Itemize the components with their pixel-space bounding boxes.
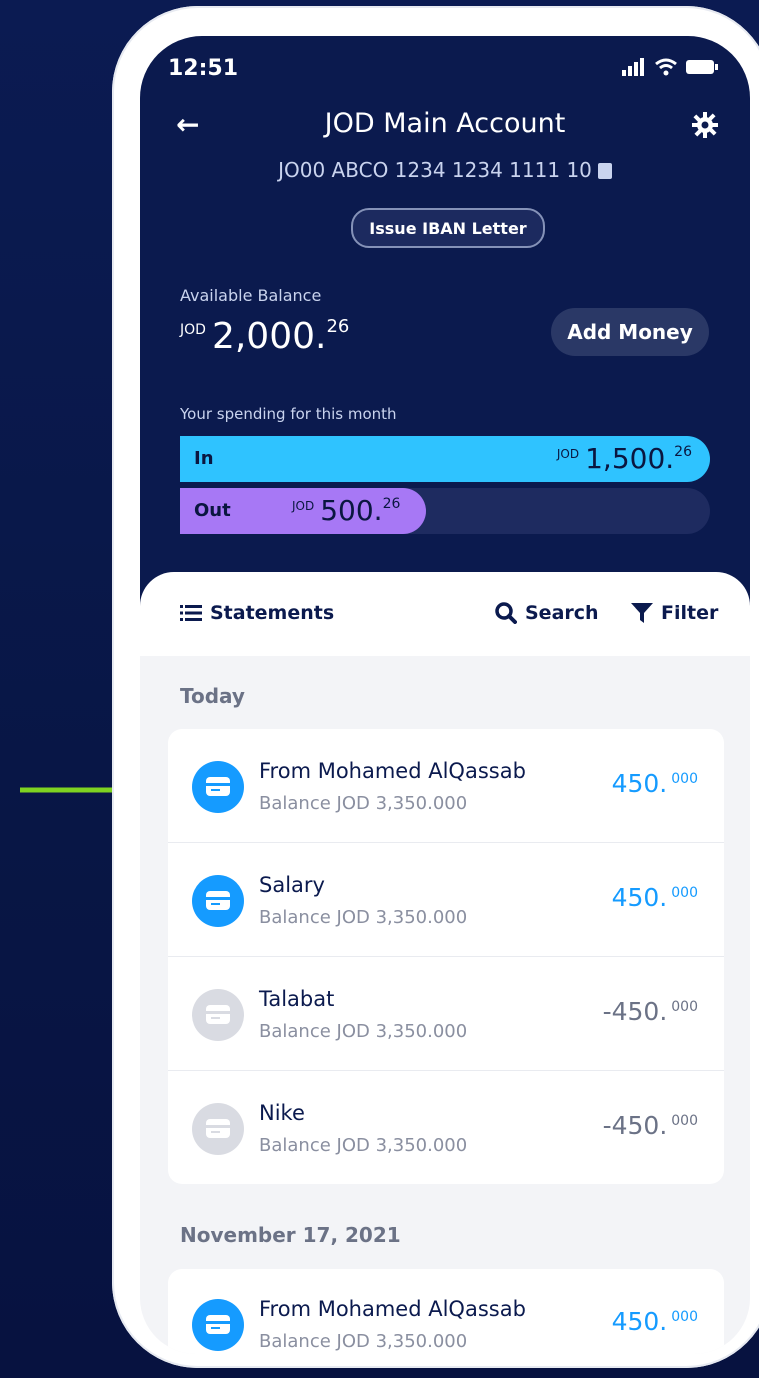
transaction-balance: Balance JOD 3,350.000	[259, 793, 468, 814]
transaction-row[interactable]: From Mohamed AlQassab Balance JOD 3,350.…	[168, 1269, 724, 1354]
transaction-row[interactable]: Salary Balance JOD 3,350.000 450. 000	[168, 843, 724, 957]
transaction-amount: 450. 000	[612, 883, 698, 912]
transaction-name: From Mohamed AlQassab	[259, 759, 526, 783]
add-money-button[interactable]: Add Money	[551, 308, 709, 356]
available-balance-label: Available Balance	[180, 286, 322, 305]
balance-main: 2,000.	[211, 316, 327, 357]
battery-icon	[686, 60, 718, 74]
wifi-icon	[655, 58, 677, 76]
status-icons	[622, 58, 718, 76]
amount-decimals: 000	[671, 1113, 698, 1129]
filter-button[interactable]: Filter	[631, 602, 718, 624]
app-screen: 12:51 JOD Main Account ← JO00 ABCO 1234 …	[140, 36, 750, 1354]
list-icon	[180, 605, 202, 621]
transaction-balance: Balance JOD 3,350.000	[259, 907, 468, 928]
in-main: 1,500.	[585, 442, 675, 475]
page-title: JOD Main Account	[324, 108, 566, 139]
account-header: 12:51 JOD Main Account ← JO00 ABCO 1234 …	[140, 36, 750, 636]
transactions-card-today: From Mohamed AlQassab Balance JOD 3,350.…	[168, 729, 724, 1184]
amount-decimals: 000	[671, 885, 698, 901]
transaction-amount: 450. 000	[612, 1307, 698, 1336]
in-label: In	[194, 448, 214, 469]
card-icon	[192, 989, 244, 1041]
out-currency: JOD	[292, 499, 315, 513]
top-bar: JOD Main Account ←	[140, 106, 750, 146]
transaction-row[interactable]: Talabat Balance JOD 3,350.000 -450. 000	[168, 957, 724, 1071]
transaction-balance: Balance JOD 3,350.000	[259, 1135, 468, 1156]
amount-decimals: 000	[671, 999, 698, 1015]
amount-main: 450.	[611, 883, 668, 912]
out-decimals: 26	[382, 496, 401, 512]
signal-icon	[622, 58, 644, 76]
out-bar: Out JOD 500.26	[180, 488, 426, 534]
in-currency: JOD	[556, 447, 580, 461]
transaction-balance: Balance JOD 3,350.000	[259, 1331, 468, 1352]
transaction-name: From Mohamed AlQassab	[259, 1297, 526, 1321]
transaction-name: Salary	[259, 873, 325, 897]
gear-icon[interactable]	[692, 112, 718, 138]
balance-decimals: 26	[326, 316, 350, 337]
spending-label: Your spending for this month	[180, 405, 397, 423]
transaction-amount: -450. 000	[603, 997, 698, 1026]
available-balance: JOD 2,000.26	[180, 316, 349, 357]
filter-label: Filter	[661, 602, 719, 624]
out-main: 500.	[320, 494, 383, 527]
toolbar: Statements Search Filter	[140, 572, 750, 656]
in-amount: JOD 1,500.26	[557, 442, 692, 475]
issue-iban-letter-button[interactable]: Issue IBAN Letter	[351, 208, 545, 248]
in-decimals: 26	[674, 444, 692, 460]
iban-line: JO00 ABCO 1234 1234 1111 10	[140, 158, 750, 182]
section-title-date: November 17, 2021	[180, 1223, 401, 1247]
iban-number: JO00 ABCO 1234 1234 1111 10	[278, 158, 592, 182]
search-button[interactable]: Search	[495, 602, 599, 624]
statements-label: Statements	[210, 602, 335, 624]
section-title-today: Today	[180, 684, 245, 708]
amount-main: -450.	[602, 1111, 668, 1140]
amount-decimals: 000	[671, 771, 698, 787]
balance-currency: JOD	[180, 322, 206, 338]
transaction-row[interactable]: From Mohamed AlQassab Balance JOD 3,350.…	[168, 729, 724, 843]
status-time: 12:51	[168, 56, 239, 81]
transaction-name: Talabat	[259, 987, 335, 1011]
copy-icon[interactable]	[597, 163, 612, 179]
transaction-balance: Balance JOD 3,350.000	[259, 1021, 468, 1042]
transactions-card-nov-17: From Mohamed AlQassab Balance JOD 3,350.…	[168, 1269, 724, 1354]
transaction-row[interactable]: Nike Balance JOD 3,350.000 -450. 000	[168, 1071, 724, 1184]
search-icon	[495, 602, 517, 624]
card-icon	[192, 761, 244, 813]
amount-main: -450.	[602, 997, 668, 1026]
statements-button[interactable]: Statements	[180, 602, 334, 624]
transaction-amount: 450. 000	[612, 769, 698, 798]
card-icon	[192, 875, 244, 927]
amount-main: 450.	[611, 769, 668, 798]
card-icon	[192, 1299, 244, 1351]
transaction-name: Nike	[259, 1101, 305, 1125]
in-bar: In JOD 1,500.26	[180, 436, 710, 482]
amount-decimals: 000	[671, 1309, 698, 1325]
out-amount: JOD 500.26	[292, 494, 400, 527]
transaction-amount: -450. 000	[603, 1111, 698, 1140]
search-label: Search	[525, 602, 599, 624]
filter-icon	[631, 603, 653, 623]
out-label: Out	[194, 500, 231, 521]
amount-main: 450.	[611, 1307, 668, 1336]
card-icon	[192, 1103, 244, 1155]
back-arrow-icon[interactable]: ←	[176, 108, 199, 141]
